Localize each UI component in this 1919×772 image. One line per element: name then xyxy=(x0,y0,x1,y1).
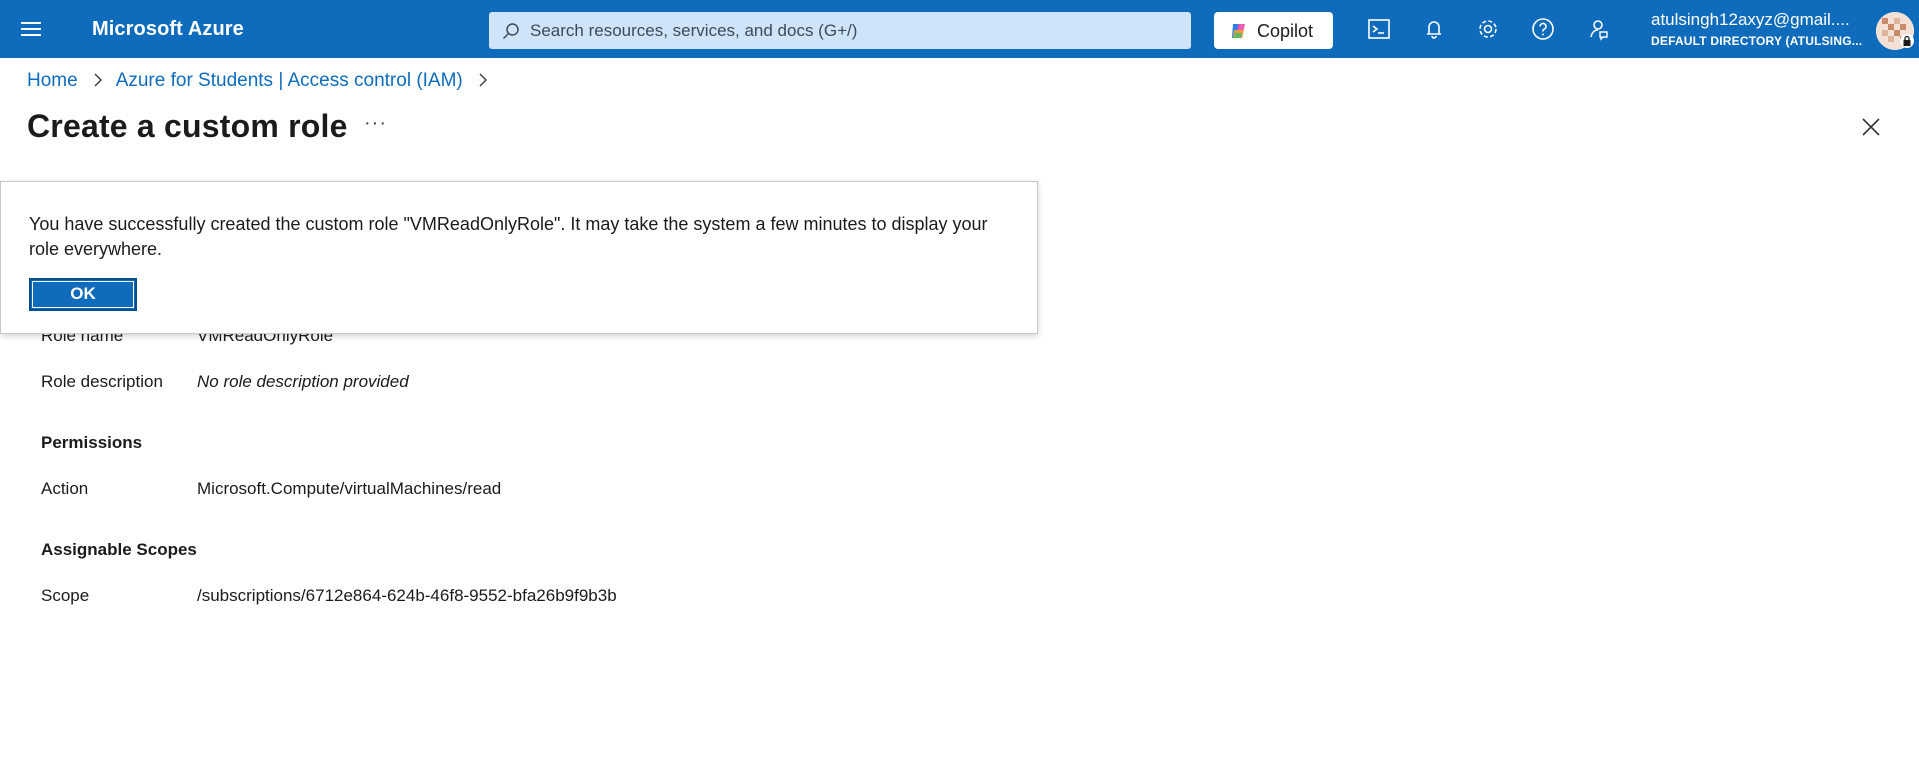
copilot-label: Copilot xyxy=(1257,21,1314,41)
scope-value: /subscriptions/6712e864-624b-46f8-9552-b… xyxy=(197,586,617,605)
breadcrumb: Home Azure for Students | Access control… xyxy=(27,70,501,92)
account-directory: DEFAULT DIRECTORY (ATULSING... xyxy=(1651,34,1863,48)
gear-icon[interactable] xyxy=(1475,16,1501,42)
copilot-button[interactable]: Copilot xyxy=(1214,12,1333,49)
chevron-right-icon xyxy=(478,72,488,90)
bell-icon[interactable] xyxy=(1421,16,1447,42)
help-icon[interactable] xyxy=(1530,16,1556,42)
feedback-icon[interactable] xyxy=(1584,16,1610,42)
account-menu[interactable]: atulsingh12axyz@gmail.... DEFAULT DIRECT… xyxy=(1651,10,1876,48)
search-icon xyxy=(502,23,519,40)
action-value: Microsoft.Compute/virtualMachines/read xyxy=(197,479,502,498)
brand-title[interactable]: Microsoft Azure xyxy=(92,18,244,41)
action-label: Action xyxy=(41,479,89,498)
cloud-shell-icon[interactable] xyxy=(1366,16,1392,42)
close-icon[interactable] xyxy=(1860,116,1882,138)
role-description-value: No role description provided xyxy=(197,372,409,391)
chevron-right-icon xyxy=(93,72,103,90)
page-title: Create a custom role xyxy=(27,108,348,144)
top-bar: Microsoft Azure Search resources, servic… xyxy=(0,0,1919,58)
role-description-label: Role description xyxy=(41,372,163,391)
dialog-message: You have successfully created the custom… xyxy=(29,214,988,259)
ok-button[interactable]: OK xyxy=(29,278,137,311)
assignable-scopes-heading: Assignable Scopes xyxy=(41,540,197,559)
permissions-heading: Permissions xyxy=(41,433,143,452)
more-options-icon[interactable]: ··· xyxy=(364,112,387,135)
scope-label: Scope xyxy=(41,586,90,605)
search-input[interactable]: Search resources, services, and docs (G+… xyxy=(489,12,1191,49)
breadcrumb-iam[interactable]: Azure for Students | Access control (IAM… xyxy=(116,70,463,92)
success-dialog: You have successfully created the custom… xyxy=(0,181,1038,334)
lock-icon xyxy=(1900,34,1914,48)
account-email: atulsingh12axyz@gmail.... xyxy=(1651,10,1850,29)
breadcrumb-home[interactable]: Home xyxy=(27,70,78,92)
hamburger-icon[interactable] xyxy=(20,18,42,40)
search-placeholder: Search resources, services, and docs (G+… xyxy=(530,21,858,40)
copilot-icon xyxy=(1232,24,1245,38)
